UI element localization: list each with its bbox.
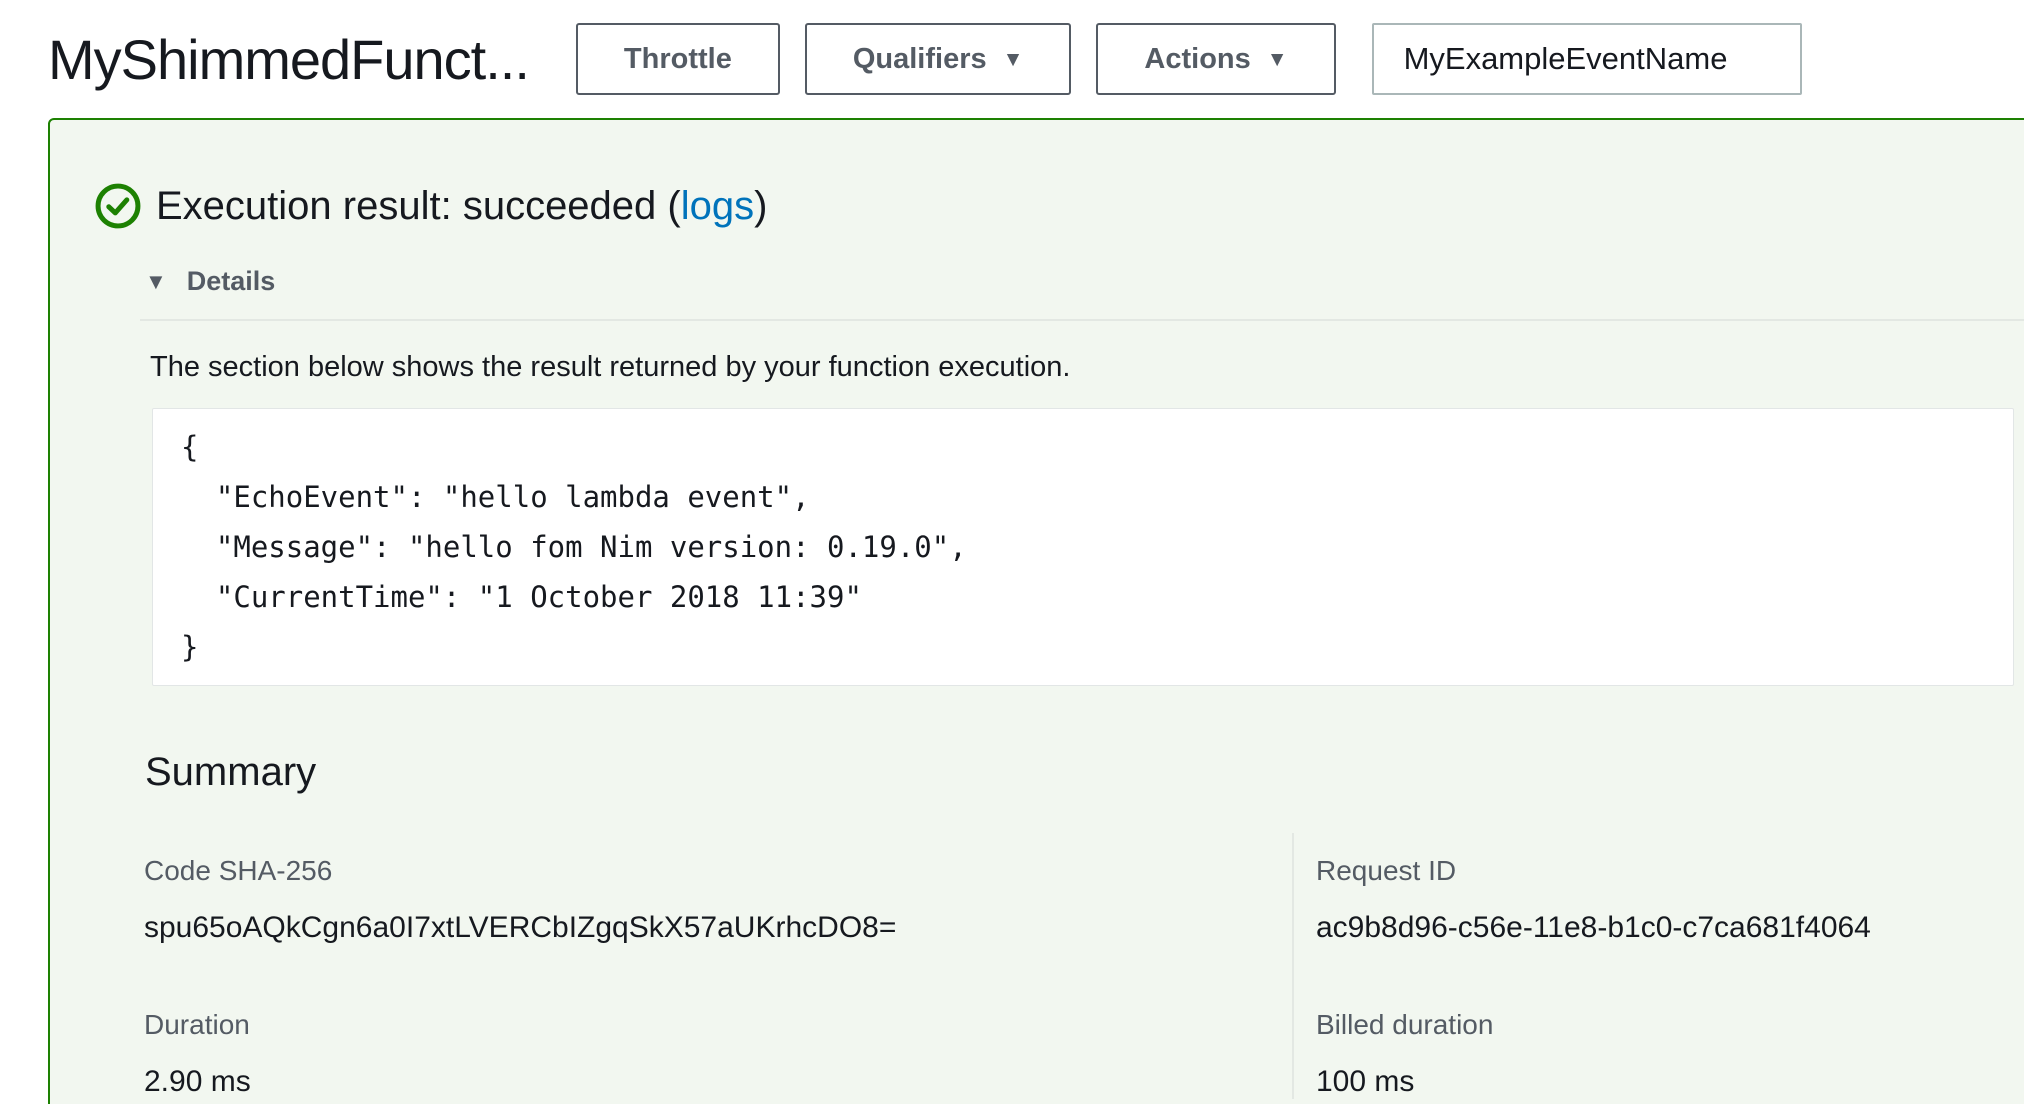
billed-duration-field: Billed duration 100 ms bbox=[1316, 1009, 2024, 1099]
execution-result-text-suffix: ) bbox=[754, 184, 767, 228]
execution-result-panel: Execution result: succeeded (logs) ▼ Det… bbox=[48, 118, 2024, 1104]
actions-button-label: Actions bbox=[1144, 43, 1250, 76]
logs-link[interactable]: logs bbox=[681, 184, 754, 228]
throttle-button[interactable]: Throttle bbox=[576, 23, 780, 95]
qualifiers-button-label: Qualifiers bbox=[853, 43, 987, 76]
summary-heading: Summary bbox=[145, 750, 2024, 795]
field-value: spu65oAQkCgn6a0I7xtLVERCbIZgqSkX57aUKrhc… bbox=[144, 911, 1292, 945]
details-caret-down-icon: ▼ bbox=[145, 269, 167, 295]
caret-down-icon: ▼ bbox=[1003, 49, 1024, 70]
field-label: Duration bbox=[144, 1009, 1292, 1041]
details-toggle-label: Details bbox=[187, 266, 276, 297]
details-divider bbox=[140, 319, 2024, 321]
details-toggle[interactable]: ▼ Details bbox=[145, 266, 2024, 297]
summary-left-column: Code SHA-256 spu65oAQkCgn6a0I7xtLVERCbIZ… bbox=[144, 833, 1292, 1099]
page-title: MyShimmedFunct... bbox=[48, 27, 529, 92]
result-json-box: { "EchoEvent": "hello lambda event", "Me… bbox=[152, 408, 2014, 686]
summary-right-column: Request ID ac9b8d96-c56e-11e8-b1c0-c7ca6… bbox=[1292, 833, 2024, 1099]
actions-button[interactable]: Actions ▼ bbox=[1096, 23, 1335, 95]
result-description: The section below shows the result retur… bbox=[150, 351, 2024, 384]
field-label: Request ID bbox=[1316, 855, 2024, 887]
field-value: 2.90 ms bbox=[144, 1065, 1292, 1099]
test-event-select[interactable]: MyExampleEventName bbox=[1372, 23, 1802, 95]
test-event-select-value: MyExampleEventName bbox=[1404, 41, 1728, 77]
execution-result-title: Execution result: succeeded (logs) bbox=[156, 182, 767, 230]
result-json-text: { "EchoEvent": "hello lambda event", "Me… bbox=[181, 422, 1985, 672]
success-check-icon bbox=[95, 183, 141, 229]
duration-field: Duration 2.90 ms bbox=[144, 1009, 1292, 1099]
qualifiers-button[interactable]: Qualifiers ▼ bbox=[805, 23, 1072, 95]
function-header: MyShimmedFunct... Throttle Qualifiers ▼ … bbox=[0, 0, 2024, 118]
execution-result-header: Execution result: succeeded (logs) bbox=[50, 120, 2024, 230]
field-value: 100 ms bbox=[1316, 1065, 2024, 1099]
field-label: Code SHA-256 bbox=[144, 855, 1292, 887]
throttle-button-label: Throttle bbox=[624, 43, 732, 76]
summary-columns: Code SHA-256 spu65oAQkCgn6a0I7xtLVERCbIZ… bbox=[144, 833, 2024, 1099]
field-label: Billed duration bbox=[1316, 1009, 2024, 1041]
execution-result-text: Execution result: succeeded ( bbox=[156, 184, 681, 228]
code-sha256-field: Code SHA-256 spu65oAQkCgn6a0I7xtLVERCbIZ… bbox=[144, 855, 1292, 945]
request-id-field: Request ID ac9b8d96-c56e-11e8-b1c0-c7ca6… bbox=[1316, 855, 2024, 945]
caret-down-icon: ▼ bbox=[1267, 49, 1288, 70]
field-value: ac9b8d96-c56e-11e8-b1c0-c7ca681f4064 bbox=[1316, 911, 2024, 945]
